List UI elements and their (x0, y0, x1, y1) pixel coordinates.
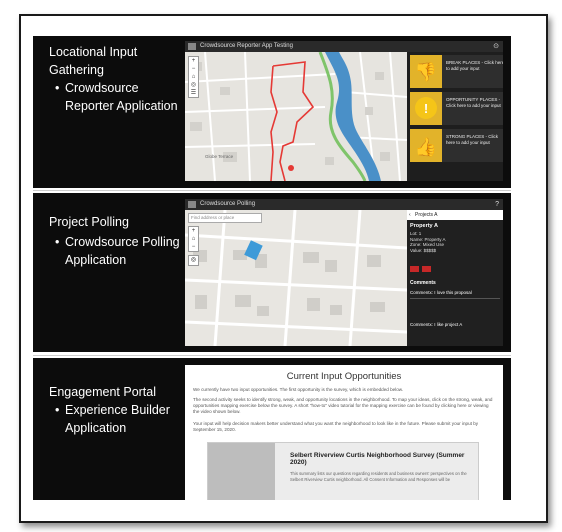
thumbs-down-icon: 👎 (410, 55, 442, 88)
title-line: Locational Input (49, 45, 138, 59)
project-details: Lot: 1 Name: Property A Zone: Mixed Use … (410, 231, 500, 253)
map-view[interactable]: Find address or place + ⌂ − ◎ (185, 210, 407, 346)
thumbs-up-icon: 👍 (410, 129, 442, 162)
bullet-line: Crowdsource Polling (65, 235, 180, 249)
comments-header: Comments (410, 280, 436, 286)
map-view[interactable]: + − ⌂ ◎ ☰ Globe Terrace (185, 52, 407, 181)
survey-title: Selbert Riverview Curtis Neighborhood Su… (290, 452, 465, 466)
bullet-line: Application (65, 253, 127, 267)
map-zoom-controls[interactable]: + − ⌂ ◎ ☰ (188, 56, 199, 98)
card-label: BREAK PLACES - Click here to add your in… (446, 60, 503, 71)
svg-text:👍: 👍 (415, 136, 437, 157)
app-title: Crowdsource Polling (200, 201, 256, 207)
survey-image (208, 443, 275, 500)
section-bullet: • Experience Builder Application (55, 401, 170, 437)
app-logo-icon (188, 201, 196, 208)
map-graphic (185, 52, 407, 181)
section-bullet: • Crowdsource Reporter Application (55, 79, 178, 115)
polling-app-screenshot: Crowdsource Polling ? Find address or pl… (185, 199, 503, 346)
app-title: Crowdsource Reporter App Testing (200, 43, 293, 49)
bullet-line: Application (65, 421, 127, 435)
deadline-paragraph: Your input will help decision makers bet… (193, 421, 479, 432)
section-locational-input: Locational Input Gathering • Crowdsource… (33, 36, 511, 188)
comment-item: Commentx: I love this proposal (410, 290, 472, 295)
strong-places-card[interactable]: 👍 STRONG PLACES - Click here to add your… (410, 129, 503, 162)
section-engagement-portal: Engagement Portal • Experience Builder A… (33, 358, 511, 500)
title-line: Gathering (49, 63, 104, 77)
divider (410, 298, 500, 299)
section-bullet: • Crowdsource Polling Application (55, 233, 180, 269)
svg-text:!: ! (424, 101, 428, 116)
warning-icon: ! (410, 92, 442, 125)
app-header: Crowdsource Polling ? (185, 199, 503, 210)
detail-line: Value: $$$$$ (410, 247, 437, 253)
title-line: Project Polling (49, 215, 129, 229)
back-arrow-icon[interactable]: ‹ (409, 210, 411, 220)
reporter-side-panel: 👎 BREAK PLACES - Click here to add your … (407, 52, 503, 181)
experience-builder-screenshot: Current Input Opportunities We currently… (185, 365, 503, 500)
upvote-button[interactable] (410, 266, 419, 272)
section-project-polling: Project Polling • Crowdsource Polling Ap… (33, 193, 511, 352)
panel-header[interactable]: ‹ Projects A (407, 210, 503, 220)
break-places-card[interactable]: 👎 BREAK PLACES - Click here to add your … (410, 55, 503, 88)
svg-text:👎: 👎 (415, 62, 437, 82)
section-title: Engagement Portal (49, 383, 156, 401)
mapping-paragraph: The second activity seeks to identify st… (193, 397, 493, 414)
embedded-survey[interactable]: Selbert Riverview Curtis Neighborhood Su… (207, 442, 479, 500)
app-header: Crowdsource Reporter App Testing ⊙ (185, 41, 503, 52)
bullet-glyph: • (55, 235, 60, 249)
downvote-button[interactable] (422, 266, 431, 272)
survey-description: This summary lists our questions regardi… (290, 471, 467, 482)
section-divider (33, 355, 511, 356)
comment-item: Commentx: I like project A (410, 322, 463, 327)
app-logo-icon (188, 43, 196, 50)
section-title: Project Polling (49, 213, 129, 231)
intro-paragraph: We currently have two input opportunitie… (193, 387, 404, 392)
search-input[interactable]: Find address or place (188, 213, 262, 223)
map-label: Globe Terrace (205, 154, 234, 159)
vote-buttons (410, 266, 500, 274)
bullet-line: Reporter Application (65, 99, 178, 113)
map-zoom-controls[interactable]: + ⌂ − (188, 226, 199, 252)
title-line: Engagement Portal (49, 385, 157, 399)
info-icon[interactable]: ⊙ (493, 41, 499, 52)
panel-back-label: Projects A (415, 212, 438, 218)
map-graphic (185, 210, 407, 346)
reporter-app-screenshot: Crowdsource Reporter App Testing ⊙ + − ⌂… (185, 41, 503, 181)
project-name: Property A (410, 223, 438, 229)
bullet-glyph: • (55, 81, 60, 95)
bullet-line: Crowdsource (65, 81, 139, 95)
card-label: OPPORTUNITY PLACES - Click here to add y… (446, 97, 501, 108)
page-heading: Current Input Opportunities (286, 371, 402, 382)
locate-icon[interactable]: ◎ (188, 255, 199, 266)
bullet-glyph: • (55, 403, 60, 417)
section-title: Locational Input Gathering (49, 43, 137, 79)
section-divider (33, 190, 511, 191)
bullet-line: Experience Builder (65, 403, 170, 417)
opportunity-places-card[interactable]: ! OPPORTUNITY PLACES - Click here to add… (410, 92, 503, 125)
project-details-panel: ‹ Projects A Property A Lot: 1 Name: Pro… (407, 210, 503, 346)
card-label: STRONG PLACES - Click here to add your i… (446, 134, 499, 145)
help-icon[interactable]: ? (495, 199, 499, 210)
